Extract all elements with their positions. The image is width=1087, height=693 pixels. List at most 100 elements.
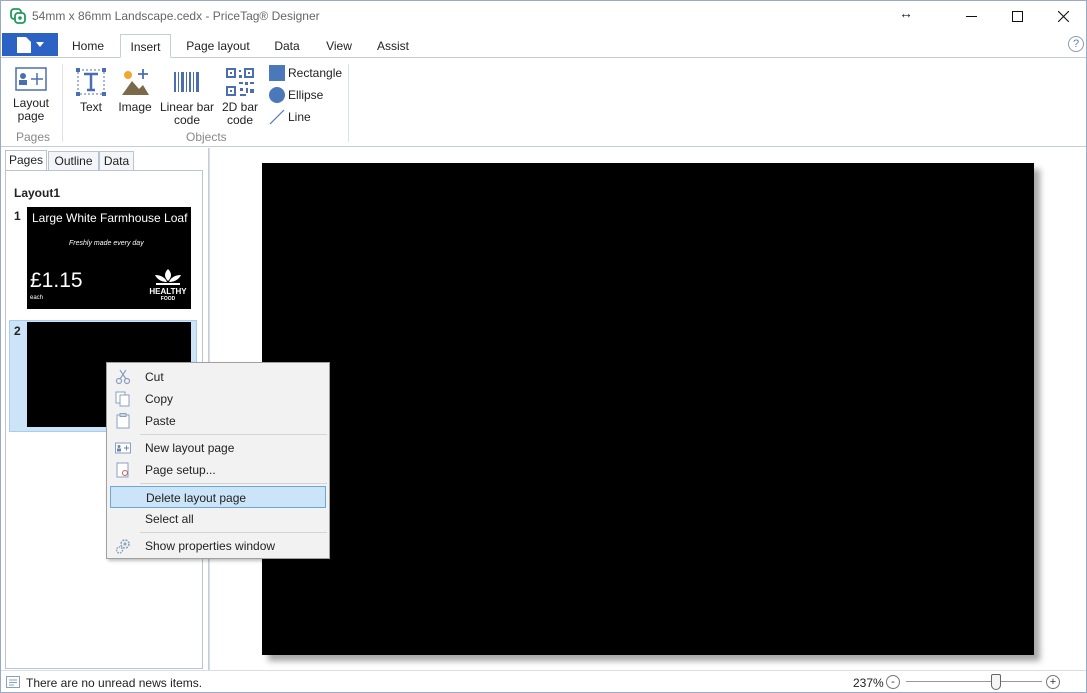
menu-separator [140,532,327,533]
menu-item-label: Copy [145,392,174,406]
menu-item-delete-layout-page[interactable]: Delete layout page [110,486,326,508]
document-icon [17,36,31,53]
image-tool-icon [122,69,149,95]
maximize-icon [1011,11,1023,22]
thumb-product-subtitle: Freshly made every day [69,240,144,247]
gears-icon [115,539,130,554]
ellipse-icon [269,87,285,103]
insert-ellipse-button[interactable]: Ellipse [269,86,323,104]
help-button[interactable]: ? [1068,36,1084,52]
menu-item-paste[interactable]: Paste [110,410,326,432]
menu-separator [140,434,327,435]
news-status-text[interactable]: There are no unread news items. [26,676,202,690]
text-tool-icon [76,68,106,96]
insert-rectangle-button[interactable]: Rectangle [269,64,342,82]
menu-item-label: New layout page [145,441,235,455]
menu-item-label: Select all [145,512,194,526]
ellipse-label: Ellipse [288,88,324,102]
pane-tab-data[interactable]: Data [99,151,134,172]
tab-view[interactable]: View [318,34,360,58]
tab-assist[interactable]: Assist [369,34,417,58]
ribbon-group-separator [348,64,349,142]
menu-item-show-properties-window[interactable]: Show properties window [110,535,326,557]
page-number: 2 [14,324,21,338]
thumb-product-title: Large White Farmhouse Loaf [32,211,188,225]
insert-text-button[interactable]: Text [72,67,110,114]
copy-icon [115,391,130,407]
zoom-level: 237% [853,676,884,690]
logo-subtext: FOOD [160,296,176,302]
close-icon [1057,11,1069,22]
menu-item-label: Show properties window [145,539,276,553]
zoom-slider-track[interactable] [906,681,1042,682]
new-layout-page-icon [115,442,131,454]
title-bar: 54mm x 86mm Landscape.cedx - PriceTag® D… [1,1,1086,32]
status-bar: There are no unread news items. 237% - + [1,670,1086,692]
menu-item-copy[interactable]: Copy [110,388,326,410]
menu-item-label: Cut [145,370,164,384]
tab-insert[interactable]: Insert [120,34,171,58]
menu-item-page-setup[interactable]: Page setup... [110,459,326,481]
page-number: 1 [14,209,21,223]
pane-tab-outline[interactable]: Outline [48,151,99,172]
layout-name: Layout1 [14,186,61,200]
context-menu: Cut Copy Paste New layout page Page setu… [106,362,330,559]
page-setup-icon [116,462,129,478]
rectangle-icon [269,65,285,81]
menu-item-label: Delete layout page [146,491,247,505]
qr-code-icon [226,68,254,96]
2d-barcode-label: 2D bar code [221,100,259,127]
tab-home[interactable]: Home [65,34,111,58]
thumb-price: £1.15 [30,269,83,292]
minimize-icon [965,16,977,17]
zoom-out-button[interactable]: - [886,675,900,689]
layout-page-button[interactable]: Layout page [8,67,54,123]
pages-group-label: Pages [16,130,51,144]
thumb-unit: each [30,295,44,301]
maximize-button[interactable] [994,1,1040,32]
window-title: 54mm x 86mm Landscape.cedx - PriceTag® D… [32,9,320,23]
pricetag-app-icon [10,8,26,24]
insert-linear-barcode-button[interactable]: Linear bar code [158,67,216,127]
ribbon-group-separator [62,64,63,142]
logo-text: HEALTHY [149,287,187,296]
file-menu-button[interactable] [2,33,58,56]
image-tool-label: Image [118,100,152,114]
rectangle-label: Rectangle [288,66,343,80]
zoom-in-button[interactable]: + [1046,675,1060,689]
scissors-icon [115,369,131,385]
insert-line-button[interactable]: Line [269,108,311,126]
tab-data[interactable]: Data [267,34,307,58]
paste-icon [116,413,130,429]
menu-item-label: Paste [145,414,176,428]
app-window: 54mm x 86mm Landscape.cedx - PriceTag® D… [0,0,1087,693]
design-canvas[interactable] [209,148,1086,670]
line-icon [269,109,285,125]
insert-2d-barcode-button[interactable]: 2D bar code [219,67,261,127]
linear-barcode-label: Linear bar code [159,100,215,127]
healthy-food-logo: HEALTHY FOOD [146,267,190,303]
objects-group-label: Objects [186,130,227,144]
close-button[interactable] [1040,1,1086,32]
tab-page-layout[interactable]: Page layout [179,34,257,58]
text-tool-label: Text [79,100,102,114]
menu-item-new-layout-page[interactable]: New layout page [110,437,326,459]
label-page-canvas[interactable] [262,163,1034,655]
ribbon-tab-bar: Home Insert Page layout Data View Assist… [1,32,1086,58]
leaf-logo-icon [155,269,181,285]
resize-cursor-icon: ↔ [899,5,913,21]
layout-page-label: Layout page [12,96,50,123]
chevron-down-icon [36,42,44,47]
news-icon[interactable] [6,676,20,688]
menu-item-select-all[interactable]: Select all [110,508,326,530]
ribbon-insert-panel: Layout page Pages Text Image Linear bar … [1,57,1086,147]
line-label: Line [288,110,311,124]
minimize-button[interactable] [948,1,994,32]
menu-item-label: Page setup... [145,463,216,477]
page-thumbnail-1[interactable]: Large White Farmhouse Loaf Freshly made … [27,207,191,309]
menu-item-cut[interactable]: Cut [110,366,326,388]
menu-separator [140,483,327,484]
zoom-slider-handle[interactable] [991,674,1001,690]
layout-page-icon [15,67,47,91]
insert-image-button[interactable]: Image [115,67,155,114]
